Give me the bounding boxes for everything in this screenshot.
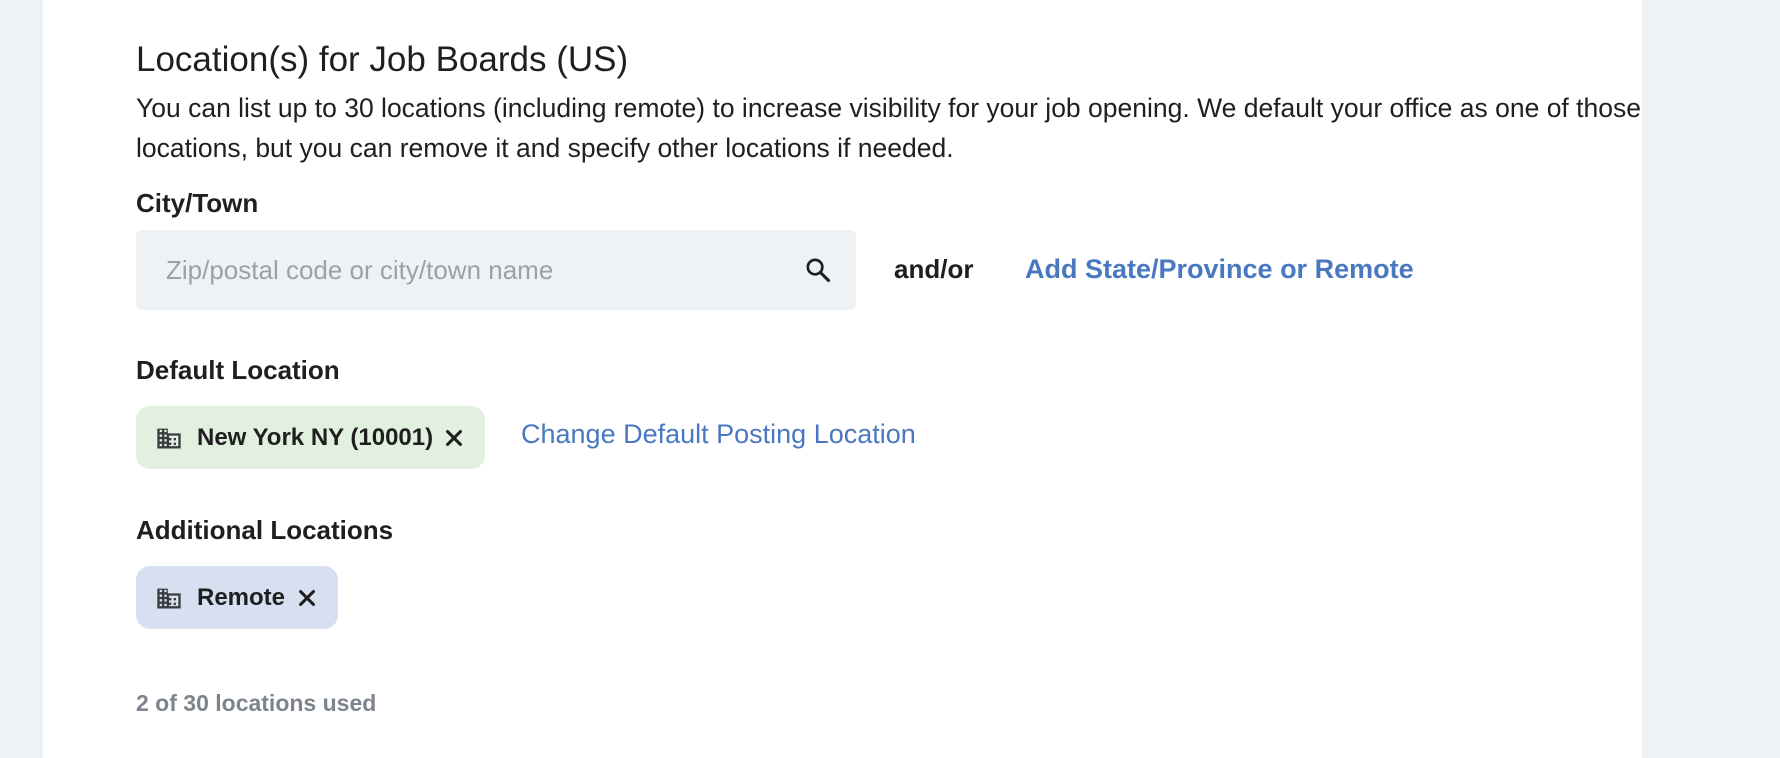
remove-default-location-icon[interactable] xyxy=(443,427,465,449)
location-panel: Location(s) for Job Boards (US) You can … xyxy=(43,0,1642,758)
city-search-field[interactable] xyxy=(136,230,856,310)
default-location-chip-label: New York NY (10001) xyxy=(197,423,434,451)
additional-location-chip: Remote xyxy=(136,566,338,629)
additional-locations-label: Additional Locations xyxy=(136,515,394,545)
add-state-province-remote-link[interactable]: Add State/Province or Remote xyxy=(1025,254,1414,285)
building-icon xyxy=(157,428,181,448)
section-description: You can list up to 30 locations (includi… xyxy=(136,93,1641,163)
remove-additional-location-icon[interactable] xyxy=(296,587,318,609)
additional-location-chip-label: Remote xyxy=(197,583,286,611)
default-location-label: Default Location xyxy=(136,355,340,385)
building-icon xyxy=(157,588,181,608)
section-title: Location(s) for Job Boards (US) xyxy=(136,40,629,79)
city-field-label: City/Town xyxy=(136,188,259,218)
change-default-location-link[interactable]: Change Default Posting Location xyxy=(521,419,916,450)
and-or-text: and/or xyxy=(894,254,974,284)
default-location-chip: New York NY (10001) xyxy=(136,406,485,469)
locations-used-count: 2 of 30 locations used xyxy=(136,690,377,716)
city-search-input[interactable] xyxy=(166,230,766,310)
search-icon[interactable] xyxy=(804,256,832,284)
